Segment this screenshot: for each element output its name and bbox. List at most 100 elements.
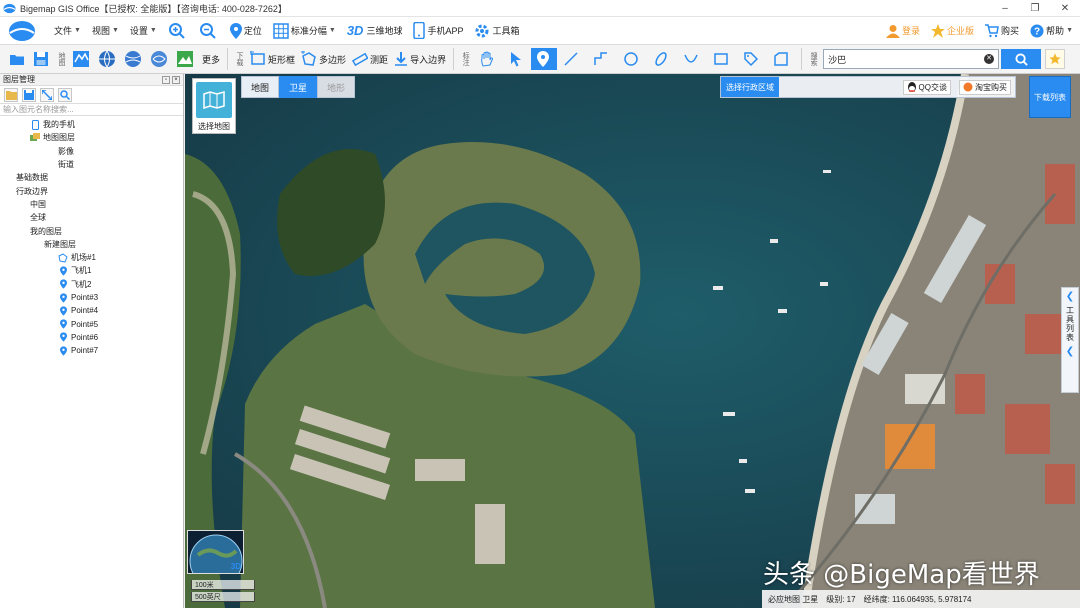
arc-tool-button[interactable] [677,48,707,70]
search-input[interactable]: 沙巴 ✕ [823,49,1000,69]
layer-tree-item[interactable]: 街道 [0,158,183,171]
grid-button[interactable]: 标准分幅 ▼ [269,20,340,42]
qq-chat-button[interactable]: QQ交谈 [902,79,951,95]
clear-search-icon[interactable]: ✕ [984,54,995,64]
save-icon [24,89,34,100]
layer-tree-item[interactable]: 地图图层 [0,131,183,144]
layer-tree-item[interactable]: 新建图层 [0,238,183,251]
rectangle-tool-button[interactable] [707,48,737,70]
status-map-source: 必应地图 卫星 [768,594,819,604]
phone-icon [413,22,426,39]
status-coordinates: 经纬度: 116.064935, 5.978174 [863,594,972,604]
select-map-button[interactable]: 选择地图 [192,78,236,134]
layer-tree-label: 我的手机 [43,120,75,130]
menu-file[interactable]: 文件 ▼ [50,20,85,42]
layer-search-input[interactable]: 输入图元名称搜索... [0,104,183,116]
layer-tree-item[interactable]: 全球 [0,211,183,224]
map-book-icon [196,82,232,118]
globe-button-3[interactable] [147,48,173,70]
chevron-left-icon[interactable]: ❮ [1066,346,1074,357]
minimize-button[interactable]: – [990,0,1020,17]
polygon-button[interactable]: 多边形 [298,48,349,70]
more-button[interactable]: 更多 [199,48,223,70]
minimap-globe[interactable]: 3D [187,530,244,574]
close-button[interactable]: ✕ [1050,0,1080,17]
search-layer-button[interactable] [58,87,72,102]
layer-tree-item[interactable]: Point#4 [0,304,183,317]
close-panel-icon[interactable]: × [172,75,180,84]
ellipse-tool-button[interactable] [647,48,677,70]
locate-button[interactable]: 定位 [226,20,266,42]
login-button[interactable]: 登录 [882,20,924,42]
favorites-button[interactable] [1045,49,1066,69]
menu-settings[interactable]: 设置 ▼ [126,20,161,42]
label-tool-button[interactable] [737,48,767,70]
search-button[interactable] [1001,49,1042,69]
tab-terrain[interactable]: 地形 [317,76,355,98]
layer-tree-item[interactable]: 中国 [0,198,183,211]
folder-icon [10,55,24,65]
area-tool-button[interactable] [767,48,797,70]
select-tool-button[interactable] [503,48,531,70]
app-menu-icon[interactable] [8,20,36,42]
layer-tree-item[interactable]: Point#6 [0,331,183,344]
menu-view[interactable]: 视图 ▼ [88,20,123,42]
open-folder-button[interactable] [4,87,18,102]
maximize-button[interactable]: ❐ [1020,0,1050,17]
scale-imperial: 500英尺 [191,592,255,602]
map-view[interactable]: 选择地图 地图 卫星 地形 选择行政区域 QQ交谈 淘宝购买 下载列表 ❮ 工具… [185,74,1080,608]
map-source-button[interactable] [69,48,95,70]
search-icon [60,89,70,100]
chevron-left-icon[interactable]: ❮ [1066,291,1074,302]
save-layer-button[interactable] [22,87,36,102]
help-button[interactable]: ? 帮助 ▼ [1026,20,1077,42]
measure-button[interactable]: 测距 [349,48,391,70]
side-tools-panel[interactable]: ❮ 工具列表 ❮ [1061,287,1079,393]
save-button[interactable] [30,48,54,70]
layer-tree-label: 影像 [58,146,74,156]
layer-tree-label: 全球 [30,213,46,223]
download-list-button[interactable]: 下载列表 [1029,76,1071,118]
caret-down-icon: ▼ [328,27,336,34]
layer-tree-item[interactable]: Point#3 [0,291,183,304]
layer-tree-item[interactable]: Point#5 [0,317,183,330]
folder-icon [5,90,17,100]
mobile-app-button[interactable]: 手机APP [409,20,467,42]
import-icon [395,52,408,66]
circle-tool-button[interactable] [617,48,647,70]
zoom-out-button[interactable] [195,20,223,42]
line-tool-button[interactable] [557,48,587,70]
layer-tree-item[interactable]: 我的图层 [0,224,183,237]
enterprise-button[interactable]: 企业版 [927,20,978,42]
new-file-button[interactable] [6,48,30,70]
import-boundary-button[interactable]: 导入边界 [391,48,449,70]
tab-map[interactable]: 地图 [241,76,279,98]
layer-tree-item[interactable]: 飞机1 [0,264,183,277]
toolbox-button[interactable]: 工具箱 [470,20,523,42]
globe-button-1[interactable] [95,48,121,70]
polyline-tool-button[interactable] [587,48,617,70]
zoom-in-button[interactable] [164,20,192,42]
layer-tree-item[interactable]: Point#7 [0,344,183,357]
layer-tree-item[interactable]: 行政边界 [0,184,183,197]
layer-tree-item[interactable]: 影像 [0,145,183,158]
buy-button[interactable]: 购买 [981,20,1023,42]
marker-tool-button[interactable] [531,48,558,70]
layer-tree-item[interactable]: 飞机2 [0,278,183,291]
star-icon [1049,53,1061,65]
taobao-buy-button[interactable]: 淘宝购买 [959,79,1011,95]
terrain-button[interactable] [173,48,199,70]
select-region-button[interactable]: 选择行政区域 [721,77,779,97]
layer-tree-item[interactable]: 基础数据 [0,171,183,184]
layer-tree-item[interactable]: 我的手机 [0,118,183,131]
pan-tool-button[interactable] [473,48,503,70]
expand-all-button[interactable] [40,87,54,102]
rect-frame-button[interactable]: 矩形框 [247,48,298,70]
globe-button-2[interactable] [121,48,147,70]
pin-panel-icon[interactable]: ▫ [162,75,170,84]
tab-satellite[interactable]: 卫星 [279,76,317,98]
layer-tree-item[interactable]: 机场#1 [0,251,183,264]
3d-earth-button[interactable]: 3D 三维地球 [343,20,407,42]
layer-tree-label: 中国 [30,199,46,209]
grid-icon [273,22,289,39]
